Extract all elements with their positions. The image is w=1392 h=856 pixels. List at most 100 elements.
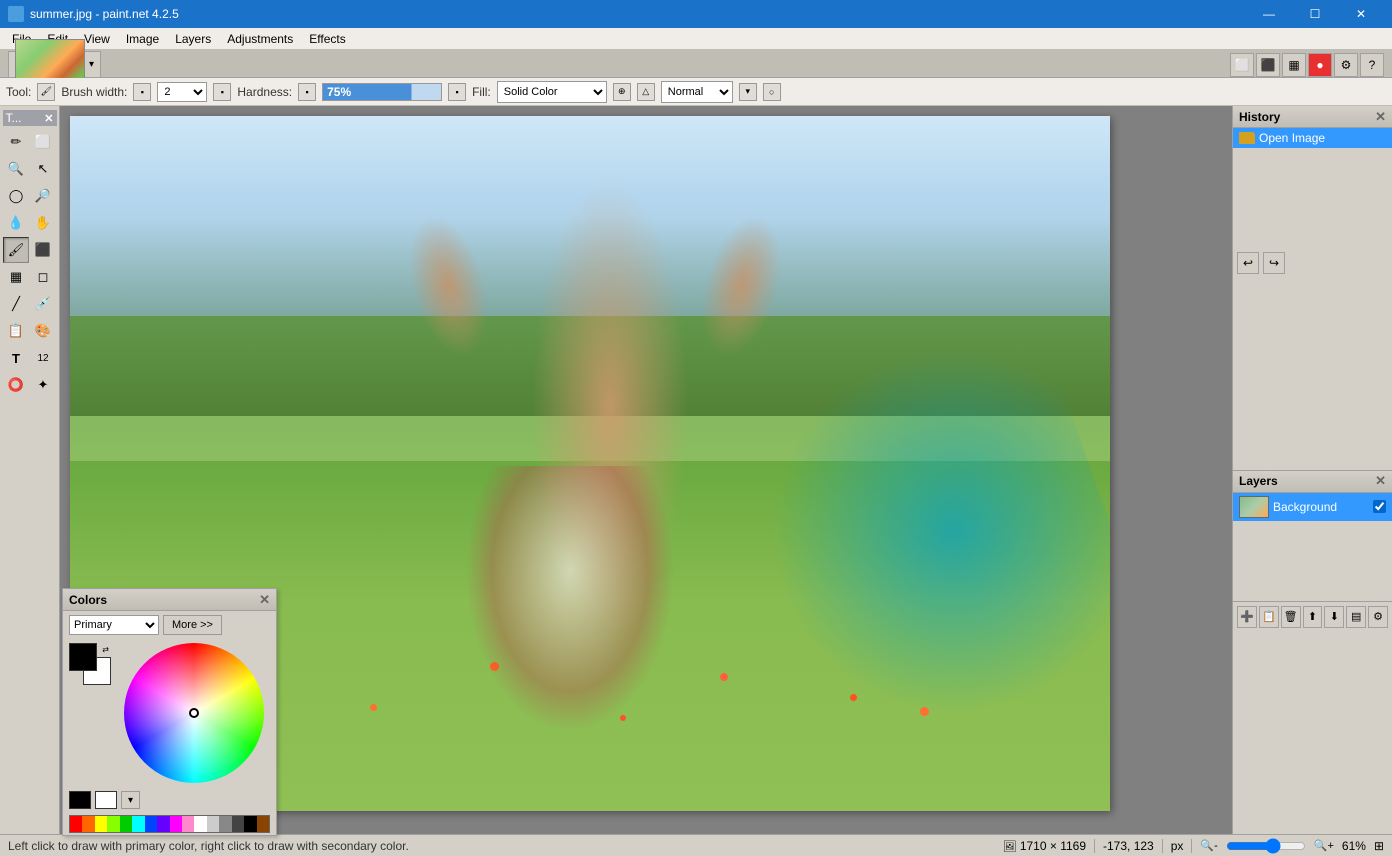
colors-close-button[interactable]: ✕: [259, 592, 270, 608]
alpha-icon[interactable]: ○: [763, 83, 781, 101]
fill-extra-icon[interactable]: △: [637, 83, 655, 101]
hardness-bar[interactable]: 75%: [322, 83, 442, 101]
tool-bezier[interactable]: 12: [30, 345, 56, 371]
tool-gradient[interactable]: ▦: [3, 264, 29, 290]
palette-ltgray[interactable]: [207, 816, 219, 832]
layer-delete-button[interactable]: 🗑: [1281, 606, 1301, 628]
tool-recolor[interactable]: 🎨: [30, 318, 56, 344]
layer-visibility-checkbox[interactable]: [1373, 500, 1386, 513]
tool-paintbrush-icon[interactable]: 🖌: [37, 83, 55, 101]
primary-color-swatch[interactable]: [69, 643, 97, 671]
tool-clone[interactable]: 📋: [3, 318, 29, 344]
brush-width-select[interactable]: 2468: [157, 82, 207, 102]
close-button[interactable]: ✕: [1338, 0, 1384, 28]
hardness-value: 75%: [327, 85, 351, 99]
menu-layers[interactable]: Layers: [167, 28, 219, 50]
history-item-open[interactable]: Open Image: [1233, 128, 1392, 148]
hardness-increase[interactable]: ▪: [448, 83, 466, 101]
menu-image[interactable]: Image: [118, 28, 167, 50]
color-options-button[interactable]: ▾: [121, 791, 140, 809]
colors-panel: Colors ✕ Primary More >> ⇄ ▾: [62, 588, 277, 836]
palette-blue[interactable]: [145, 816, 157, 832]
palette-green[interactable]: [120, 816, 132, 832]
palette-black[interactable]: [244, 816, 256, 832]
tool-line[interactable]: ╱: [3, 291, 29, 317]
tool-shapes[interactable]: ⭕: [3, 372, 29, 398]
brush-width-decrease[interactable]: ▪: [133, 83, 151, 101]
tool-zoom[interactable]: 🔍: [3, 156, 29, 182]
menu-effects[interactable]: Effects: [301, 28, 353, 50]
layer-merge-button[interactable]: ▤: [1346, 606, 1366, 628]
color-icon[interactable]: ●: [1308, 53, 1332, 77]
layer-add-button[interactable]: ➕: [1237, 606, 1257, 628]
tool-text[interactable]: T: [3, 345, 29, 371]
minimize-button[interactable]: —: [1246, 0, 1292, 28]
palette-white[interactable]: [194, 816, 206, 832]
help-icon[interactable]: ?: [1360, 53, 1384, 77]
palette-pink[interactable]: [182, 816, 194, 832]
palette-orange[interactable]: [82, 816, 94, 832]
palette-magenta[interactable]: [170, 816, 182, 832]
tool-ellipse-select[interactable]: ◯: [3, 183, 29, 209]
tool-select-rect[interactable]: ⬜: [30, 129, 56, 155]
select-icon[interactable]: ▦: [1282, 53, 1306, 77]
status-hint: Left click to draw with primary color, r…: [8, 839, 409, 853]
dimensions-value: 1710 × 1169: [1020, 839, 1086, 853]
color-wheel[interactable]: [124, 643, 264, 783]
tab-dropdown-arrow[interactable]: ▾: [89, 59, 94, 70]
blend-options-icon[interactable]: ▾: [739, 83, 757, 101]
color-bottom-swatches: ▾: [63, 787, 276, 813]
palette-yellow[interactable]: [95, 816, 107, 832]
palette-red[interactable]: [70, 816, 82, 832]
palette-cyan[interactable]: [132, 816, 144, 832]
palette-violet[interactable]: [157, 816, 169, 832]
history-item-label: Open Image: [1259, 131, 1325, 145]
tool-selection-magic[interactable]: ✦: [30, 372, 56, 398]
history-close-button[interactable]: ✕: [1375, 109, 1386, 125]
image-tab[interactable]: ▾: [8, 51, 101, 77]
brush-width-increase[interactable]: ▪: [213, 83, 231, 101]
white-swatch[interactable]: [95, 791, 117, 809]
layer-item-background[interactable]: Background: [1233, 493, 1392, 521]
tool-row-5: 🖌 ⬛: [3, 237, 56, 263]
zoom-fit-button[interactable]: ⊞: [1374, 839, 1384, 853]
settings-icon[interactable]: ⚙: [1334, 53, 1358, 77]
fill-options-icon[interactable]: ⊕: [613, 83, 631, 101]
colors-more-button[interactable]: More >>: [163, 615, 222, 635]
zoom-in-button[interactable]: 🔍+: [1314, 839, 1334, 852]
palette-lime[interactable]: [107, 816, 119, 832]
zoom-out-button[interactable]: 🔍-: [1200, 839, 1217, 852]
history-undo-button[interactable]: ↩: [1237, 252, 1259, 274]
tool-erase[interactable]: ◻: [30, 264, 56, 290]
layer-props-button[interactable]: ⚙: [1368, 606, 1388, 628]
zoom-slider[interactable]: [1226, 838, 1306, 854]
palette-gray[interactable]: [219, 816, 231, 832]
fill-select[interactable]: Solid Color No Fill Gradient: [497, 81, 607, 103]
tool-palette-icon[interactable]: ⬜: [1230, 53, 1254, 77]
tools-panel-close[interactable]: ✕: [44, 112, 53, 125]
layer-duplicate-button[interactable]: 📋: [1259, 606, 1279, 628]
tool-zoom-rect[interactable]: 🔎: [30, 183, 56, 209]
layer-down-button[interactable]: ⬇: [1324, 606, 1344, 628]
tool-pan[interactable]: ✋: [30, 210, 56, 236]
black-swatch[interactable]: [69, 791, 91, 809]
tool-eyedrop[interactable]: 💉: [30, 291, 56, 317]
layers-close-button[interactable]: ✕: [1375, 473, 1386, 489]
tool-pencil[interactable]: ✏: [3, 129, 29, 155]
blend-mode-select[interactable]: Normal Multiply Screen: [661, 81, 733, 103]
tool-fill[interactable]: ⬛: [30, 237, 56, 263]
swap-colors-icon[interactable]: ⇄: [102, 645, 109, 654]
view-icon[interactable]: ⬛: [1256, 53, 1280, 77]
colors-panel-header: Colors ✕: [63, 589, 276, 611]
tool-color-picker[interactable]: 💧: [3, 210, 29, 236]
layer-up-button[interactable]: ⬆: [1303, 606, 1323, 628]
tool-paintbrush[interactable]: 🖌: [3, 237, 29, 263]
tool-move[interactable]: ↖: [30, 156, 56, 182]
palette-brown[interactable]: [257, 816, 269, 832]
palette-dkgray[interactable]: [232, 816, 244, 832]
hardness-decrease[interactable]: ▪: [298, 83, 316, 101]
menu-adjustments[interactable]: Adjustments: [219, 28, 301, 50]
history-redo-button[interactable]: ↪: [1263, 252, 1285, 274]
color-primary-select[interactable]: Primary: [69, 615, 159, 635]
maximize-button[interactable]: ☐: [1292, 0, 1338, 28]
